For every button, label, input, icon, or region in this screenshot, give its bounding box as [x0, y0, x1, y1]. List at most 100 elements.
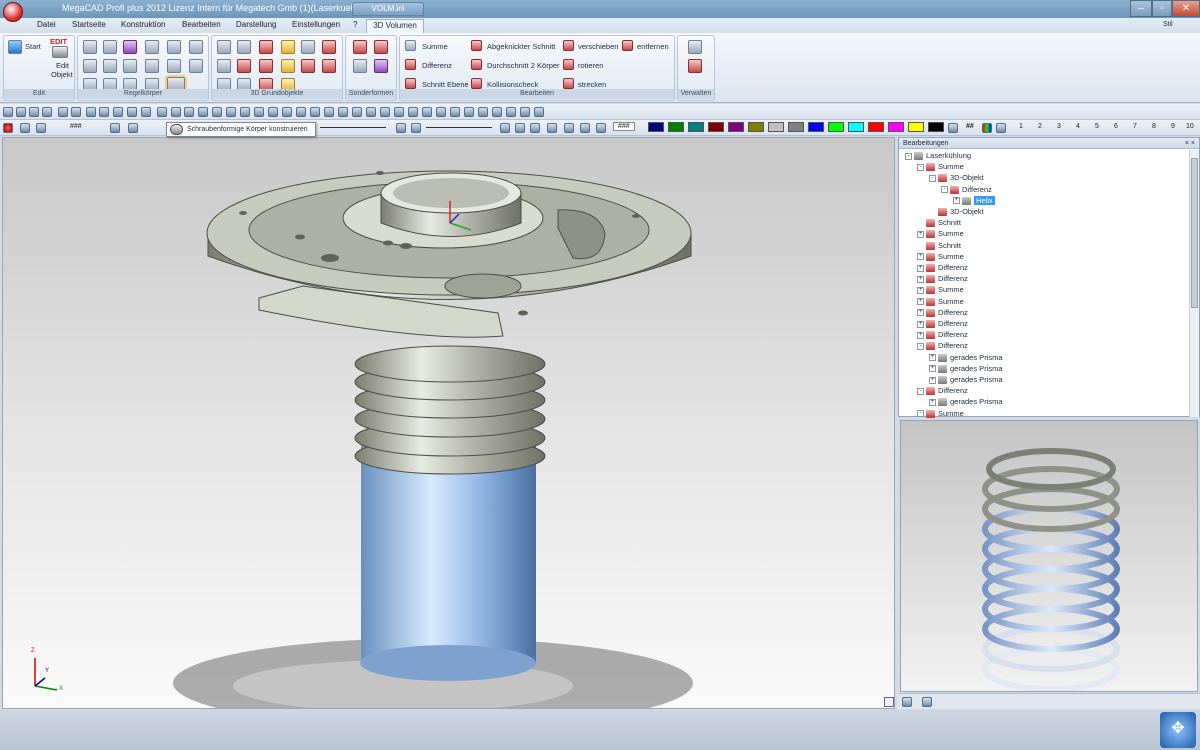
tree-expander-icon[interactable]: +: [929, 398, 936, 406]
grid-icon[interactable]: [198, 107, 208, 117]
paste-icon[interactable]: [99, 107, 109, 117]
zoom-fit-icon[interactable]: [564, 123, 574, 133]
tree-expander-icon[interactable]: +: [929, 365, 936, 373]
tree-expander-icon[interactable]: +: [917, 253, 924, 261]
tree-node[interactable]: + Summe: [917, 228, 964, 239]
color-swatch-14[interactable]: [908, 122, 924, 132]
tree-node[interactable]: 3D-Objekt: [929, 206, 984, 217]
tree-node-label[interactable]: Schnitt: [938, 241, 961, 250]
sphere-icon[interactable]: [167, 59, 181, 73]
tree-node-label[interactable]: Laserkühlung: [926, 151, 971, 160]
zoom-prev-icon[interactable]: [500, 123, 510, 133]
hidden-lines-icon[interactable]: [366, 107, 376, 117]
thread-icon[interactable]: [259, 59, 273, 73]
tree-node[interactable]: - Differenz: [917, 340, 968, 351]
tree-expander-icon[interactable]: +: [917, 298, 924, 306]
color-swatch-6[interactable]: [748, 122, 764, 132]
panel-scrollbar[interactable]: [1189, 150, 1199, 417]
array-icon[interactable]: [322, 59, 336, 73]
tree-node-label[interactable]: Summe: [938, 229, 964, 238]
wireframe-icon[interactable]: [380, 107, 390, 117]
tree-expander-icon[interactable]: +: [917, 309, 924, 317]
tree-node[interactable]: + gerades Prisma: [929, 396, 1003, 407]
globe-icon[interactable]: [310, 107, 320, 117]
new-file-icon[interactable]: [3, 107, 13, 117]
shade-icon[interactable]: [268, 107, 278, 117]
copy-icon[interactable]: [86, 107, 96, 117]
tree-expander-icon[interactable]: +: [917, 230, 924, 238]
view-top-icon[interactable]: [212, 107, 222, 117]
panel-close-button[interactable]: × ×: [1185, 138, 1195, 149]
minimize-button[interactable]: –: [1130, 0, 1152, 17]
tree-node-label[interactable]: Differenz: [938, 386, 968, 395]
cone-icon[interactable]: [103, 59, 117, 73]
color-swatch-7[interactable]: [768, 122, 784, 132]
sweep-icon[interactable]: [167, 40, 181, 54]
delete-icon[interactable]: [141, 107, 151, 117]
color-swatch-1[interactable]: [648, 122, 664, 132]
tree-node-label[interactable]: Summe: [938, 162, 964, 171]
lock-icon[interactable]: [20, 123, 30, 133]
tree-node-label[interactable]: gerades Prisma: [950, 364, 1003, 373]
loft-icon[interactable]: [189, 40, 203, 54]
tree-node[interactable]: + Summe: [917, 296, 964, 307]
tree-node[interactable]: Schnitt: [917, 217, 961, 228]
close-button[interactable]: ✕: [1172, 0, 1200, 17]
color-swatch-2[interactable]: [668, 122, 684, 132]
menu-stil[interactable]: Stil: [1163, 21, 1173, 28]
light-icon[interactable]: [394, 107, 404, 117]
color-swatch-12[interactable]: [868, 122, 884, 132]
pen-num-2[interactable]: 2: [1038, 123, 1042, 130]
tree-node[interactable]: + Summe: [917, 284, 964, 295]
zoom-all-icon[interactable]: [478, 107, 488, 117]
panel-scroll-thumb[interactable]: [1191, 158, 1198, 308]
menu-datei[interactable]: Datei: [37, 20, 56, 29]
start-icon[interactable]: [8, 40, 22, 54]
pen-num-10[interactable]: 10: [1186, 123, 1194, 130]
group-icon[interactable]: [36, 123, 46, 133]
tree-node-label[interactable]: Summe: [938, 297, 964, 306]
3d-viewport[interactable]: Z Y X: [2, 137, 895, 709]
block-icon[interactable]: [217, 40, 231, 54]
layer-select-icon[interactable]: [128, 123, 138, 133]
pen-settings-icon[interactable]: [996, 123, 1006, 133]
pen-num-3[interactable]: 3: [1057, 123, 1061, 130]
print-icon[interactable]: [58, 107, 68, 117]
preview-tab-3d-icon[interactable]: [922, 697, 932, 707]
kollisionscheck-button[interactable]: Kollisionscheck: [487, 80, 538, 89]
chamfer-icon[interactable]: [145, 59, 159, 73]
maximize-button[interactable]: ▫: [1152, 0, 1172, 17]
line-width-slider[interactable]: [320, 127, 386, 128]
rotate-body-icon[interactable]: [145, 40, 159, 54]
pan-icon[interactable]: [492, 107, 502, 117]
undo-icon[interactable]: [171, 107, 181, 117]
color-swatch-13[interactable]: [888, 122, 904, 132]
color-field[interactable]: ###: [613, 122, 635, 131]
verschieben-button[interactable]: verschieben: [578, 42, 618, 51]
hatch-field[interactable]: ##: [966, 123, 974, 130]
zoom-sel-icon[interactable]: [580, 123, 590, 133]
pen-num-4[interactable]: 4: [1076, 123, 1080, 130]
pen-num-1[interactable]: 1: [1019, 123, 1023, 130]
cylinder-icon[interactable]: [123, 59, 137, 73]
color-swatch-3[interactable]: [688, 122, 704, 132]
schnitt-ebene-icon[interactable]: [405, 78, 416, 89]
zoom-out-icon[interactable]: [520, 107, 530, 117]
tree-node[interactable]: + gerades Prisma: [929, 352, 1003, 363]
abgeknickter-schnitt-button[interactable]: Abgeknickter Schnitt: [487, 42, 555, 51]
redo-icon[interactable]: [184, 107, 194, 117]
pen-width-slider[interactable]: [426, 127, 492, 128]
tree-expander-icon[interactable]: -: [917, 163, 924, 171]
file-tab-volm[interactable]: VOLM.ini: [352, 2, 424, 16]
gear-icon[interactable]: [353, 59, 367, 73]
color-picker-icon[interactable]: [948, 123, 958, 133]
open-file-icon[interactable]: [16, 107, 26, 117]
tree-expander-icon[interactable]: -: [905, 152, 912, 160]
tree-expander-icon[interactable]: +: [929, 354, 936, 362]
start-button[interactable]: Start: [25, 42, 41, 51]
tree-expander-icon[interactable]: +: [917, 275, 924, 283]
zoom-in-icon[interactable]: [506, 107, 516, 117]
strecken-button[interactable]: strecken: [578, 80, 606, 89]
tree-node-label[interactable]: Differenz: [938, 319, 968, 328]
menu-help[interactable]: ?: [353, 20, 357, 29]
